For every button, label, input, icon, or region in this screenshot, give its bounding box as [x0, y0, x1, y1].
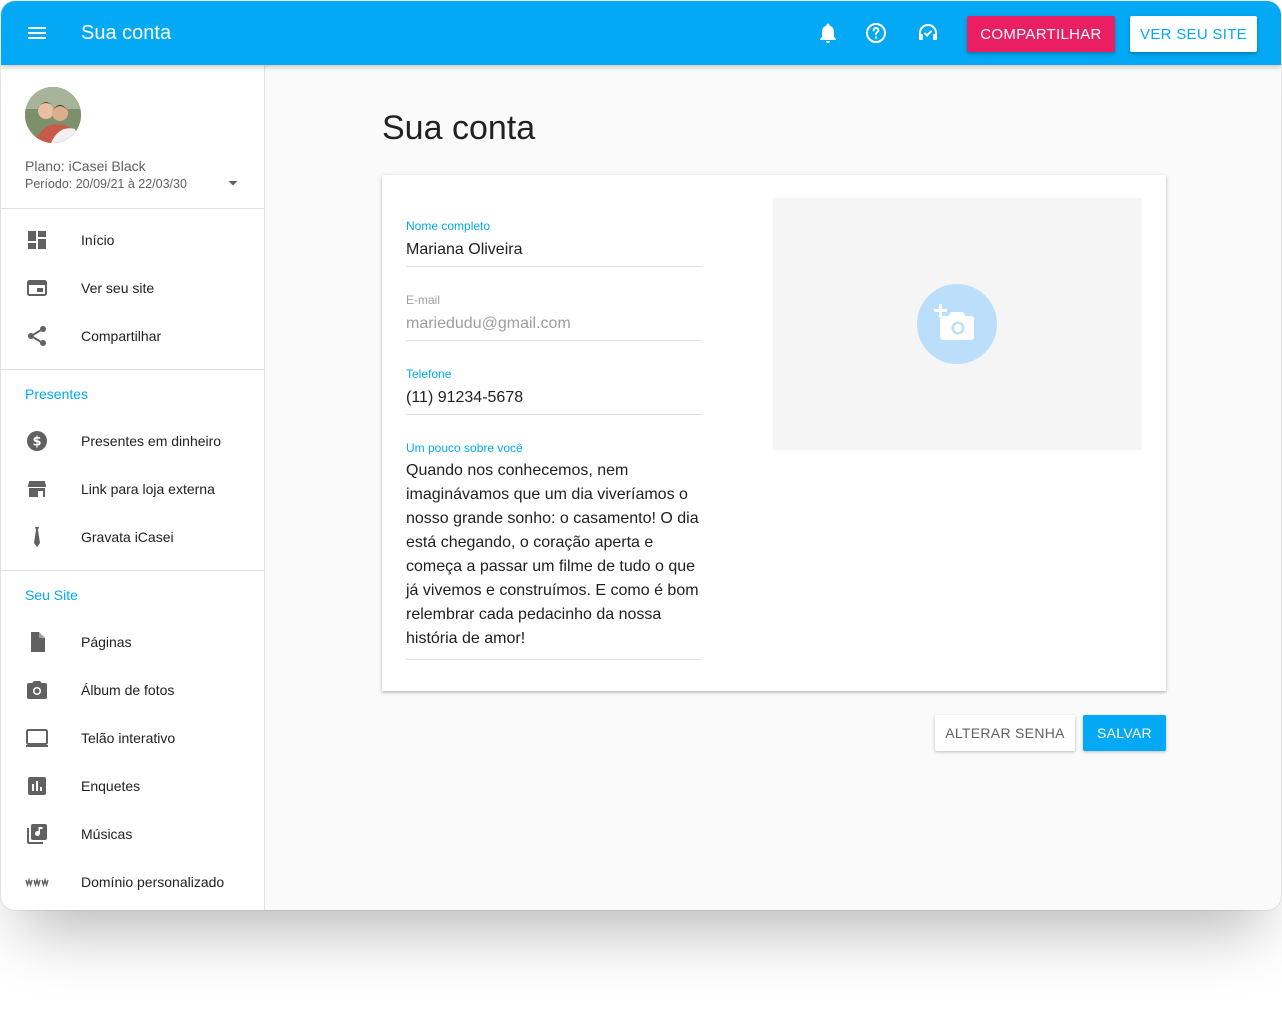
sidebar-item-compartilhar[interactable]: Compartilhar	[1, 312, 265, 360]
about-textarea[interactable]: Quando nos conhecemos, nem imaginávamos …	[406, 459, 702, 659]
divider	[1, 369, 265, 370]
name-field[interactable]: Nome completo Mariana Oliveira	[406, 219, 702, 267]
poll-icon	[25, 774, 49, 798]
help-icon[interactable]	[864, 21, 888, 45]
sidebar-item-label: Páginas	[81, 634, 132, 650]
about-field[interactable]: Um pouco sobre você Quando nos conhecemo…	[406, 441, 702, 660]
dashboard-icon	[25, 228, 49, 252]
change-password-button[interactable]: ALTERAR SENHA	[935, 715, 1075, 751]
sidebar-item-label: Início	[81, 232, 115, 248]
phone-input[interactable]: (11) 91234-5678	[406, 387, 702, 414]
sidebar-item-label: Link para loja externa	[81, 481, 215, 497]
www-icon	[25, 870, 49, 894]
photo-upload-area[interactable]	[773, 198, 1142, 450]
screen-icon	[25, 726, 49, 750]
sidebar-item-label: Álbum de fotos	[81, 682, 175, 698]
sidebar-item-label: Presentes em dinheiro	[81, 433, 222, 449]
sidebar-item-label: Compartilhar	[81, 328, 162, 344]
store-icon	[25, 477, 49, 501]
account-form-card: Nome completo Mariana Oliveira E-mail ma…	[382, 175, 1166, 691]
sidebar-item-musicas[interactable]: Músicas	[1, 810, 265, 858]
sidebar-item-link-loja[interactable]: Link para loja externa	[1, 465, 265, 513]
sidebar-item-presentes-dinheiro[interactable]: $ Presentes em dinheiro	[1, 417, 265, 465]
dollar-icon: $	[25, 429, 49, 453]
sidebar-item-dominio[interactable]: Domínio personalizado	[1, 858, 265, 906]
email-input: mariedudu@gmail.com	[406, 315, 571, 332]
top-app-bar: Sua conta COMPARTILHAR VER SEU SITE	[1, 1, 1281, 65]
name-label: Nome completo	[406, 219, 491, 233]
share-button[interactable]: COMPARTILHAR	[967, 16, 1115, 52]
music-icon	[25, 822, 49, 846]
app-bar-title: Sua conta	[81, 22, 172, 44]
menu-icon[interactable]	[25, 21, 49, 45]
sidebar-item-telao[interactable]: Telão interativo	[1, 714, 265, 762]
app-window: Sua conta COMPARTILHAR VER SEU SITE Plan…	[1, 1, 1281, 910]
add-photo-icon[interactable]	[917, 284, 997, 364]
camera-icon	[25, 678, 49, 702]
sidebar-item-enquetes[interactable]: Enquetes	[1, 762, 265, 810]
plan-name: Plano: iCasei Black	[25, 158, 146, 174]
sidebar-item-label: Ver seu site	[81, 280, 155, 296]
plan-period: Período: 20/09/21 à 22/03/30	[25, 177, 187, 191]
about-label: Um pouco sobre você	[406, 441, 523, 455]
svg-text:$: $	[32, 435, 41, 450]
sidebar-item-label: Gravata iCasei	[81, 529, 174, 545]
chevron-down-icon[interactable]	[225, 175, 241, 191]
email-field: E-mail mariedudu@gmail.com	[406, 293, 702, 341]
share-icon	[25, 324, 49, 348]
sidebar-item-label: Telão interativo	[81, 730, 176, 746]
sidebar-item-label: Enquetes	[81, 778, 141, 794]
sidebar-item-label: Músicas	[81, 826, 133, 842]
sidebar-item-gravata[interactable]: Gravata iCasei	[1, 513, 265, 561]
browser-icon	[25, 276, 49, 300]
sidebar: Plano: iCasei Black Período: 20/09/21 à …	[1, 65, 265, 910]
sidebar-item-label: Domínio personalizado	[81, 874, 225, 890]
section-label-seu-site: Seu Site	[25, 587, 78, 603]
divider	[1, 570, 265, 571]
page-icon	[25, 630, 49, 654]
tie-icon	[25, 525, 49, 549]
phone-label: Telefone	[406, 367, 452, 381]
divider	[1, 208, 265, 209]
support-icon[interactable]	[916, 21, 940, 45]
email-label: E-mail	[406, 293, 441, 307]
sidebar-item-paginas[interactable]: Páginas	[1, 618, 265, 666]
phone-field[interactable]: Telefone (11) 91234-5678	[406, 367, 702, 415]
avatar[interactable]	[25, 87, 81, 143]
sidebar-item-album[interactable]: Álbum de fotos	[1, 666, 265, 714]
bell-icon[interactable]	[816, 21, 840, 45]
save-button[interactable]: SALVAR	[1083, 715, 1166, 751]
sidebar-item-ver-seu-site[interactable]: Ver seu site	[1, 264, 265, 312]
section-label-presentes: Presentes	[25, 386, 89, 402]
view-site-button[interactable]: VER SEU SITE	[1130, 16, 1257, 52]
sidebar-item-inicio[interactable]: Início	[1, 216, 265, 264]
page-title: Sua conta	[382, 109, 536, 147]
name-input[interactable]: Mariana Oliveira	[406, 239, 702, 266]
